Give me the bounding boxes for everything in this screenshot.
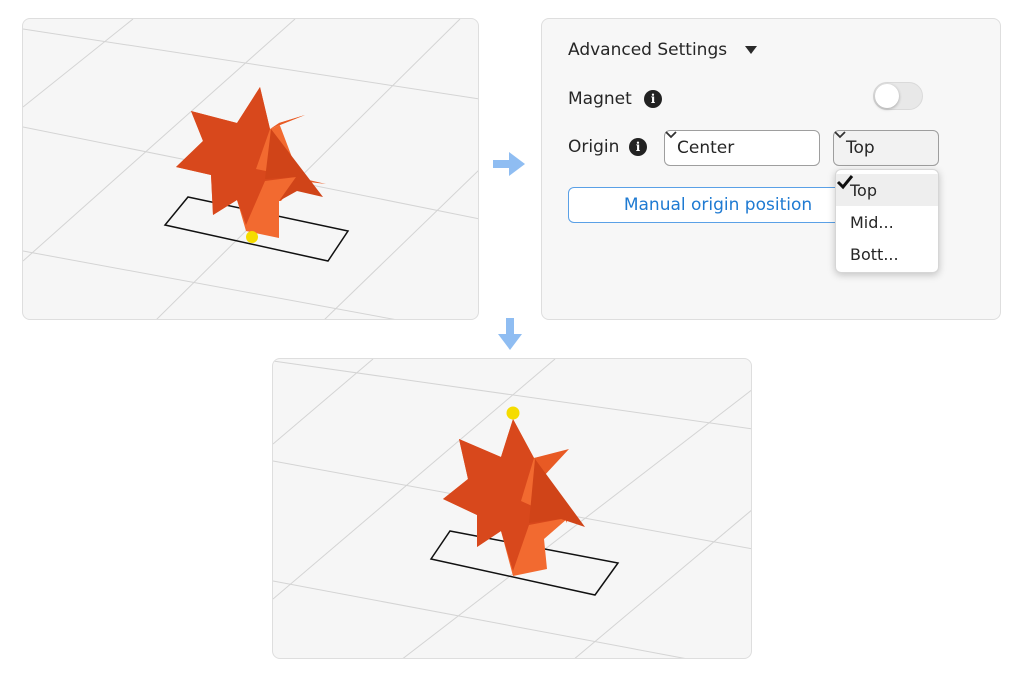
manual-origin-button[interactable]: Manual origin position [568,187,868,223]
menu-item-bottom[interactable]: Bott... [836,238,938,270]
position-select[interactable]: Top [833,130,939,166]
panel-title: Advanced Settings [568,40,728,60]
origin-select-value: Center [677,138,735,158]
arrow-down-icon [498,318,522,350]
advanced-settings-panel: Advanced Settings Magnet i Origin i Cent… [541,18,1001,320]
viewport-before[interactable] [22,18,479,320]
magnet-label: Magnet [568,89,632,109]
origin-select[interactable]: Center [664,130,820,166]
origin-marker[interactable] [506,406,520,420]
menu-item-middle[interactable]: Mid... [836,206,938,238]
star-shape[interactable] [176,87,326,238]
magnet-toggle[interactable] [873,82,923,110]
caret-down-icon[interactable] [745,46,758,54]
menu-item-label: Bott... [850,244,899,264]
menu-item-top[interactable]: Top [836,174,938,206]
check-icon [836,175,854,190]
info-icon[interactable]: i [629,138,647,156]
menu-item-label: Mid... [850,212,894,232]
info-icon[interactable]: i [644,90,662,108]
scene-canvas-after [273,359,751,658]
chevron-down-icon [834,131,846,139]
arrow-right-icon [493,152,525,176]
origin-marker[interactable] [246,231,258,243]
menu-item-label: Top [850,180,877,200]
toggle-knob [875,84,899,108]
scene-canvas-before [23,19,478,319]
origin-label: Origin [568,137,620,157]
viewport-after[interactable] [272,358,752,659]
advanced-settings-header[interactable]: Advanced Settings [568,39,758,61]
position-select-value: Top [846,138,875,158]
position-dropdown-menu: Top Mid... Bott... [835,169,939,273]
chevron-down-icon [665,131,677,139]
